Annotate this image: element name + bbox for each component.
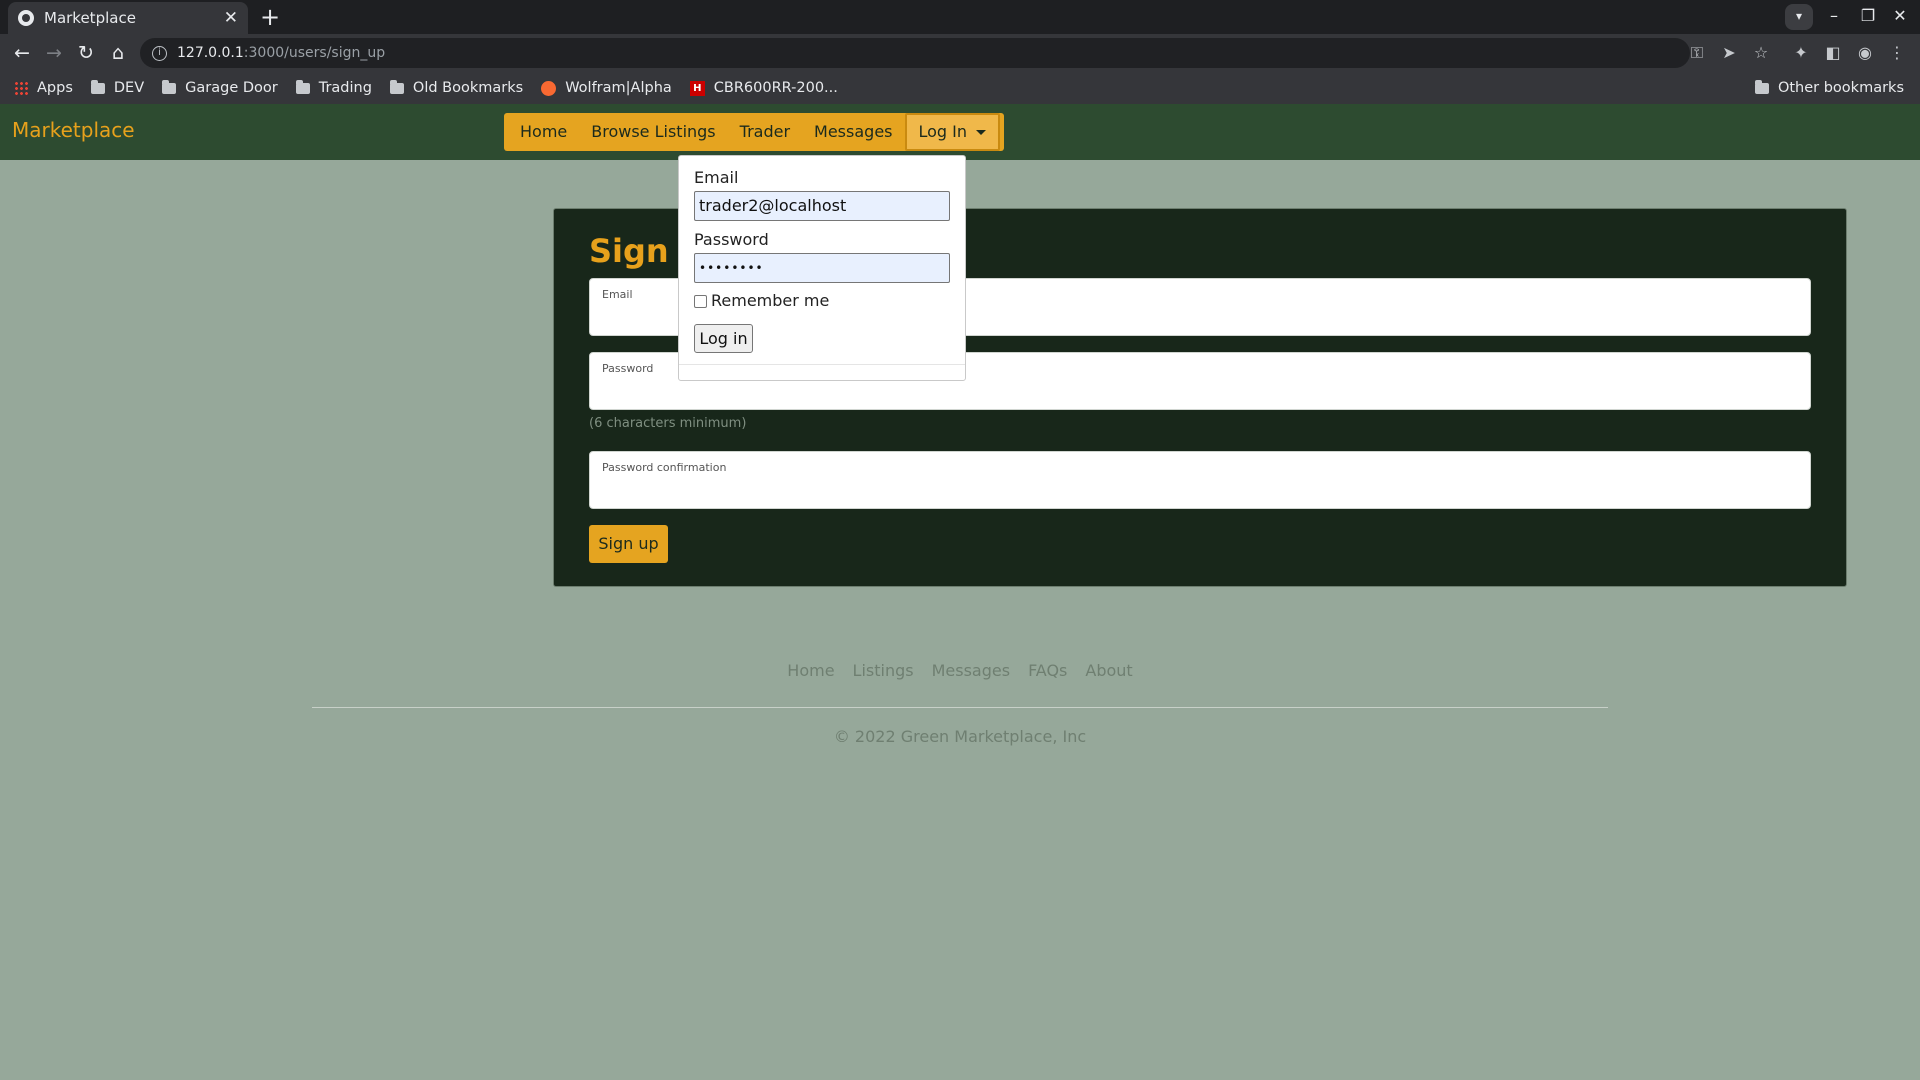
footer-link-messages[interactable]: Messages (932, 661, 1010, 680)
bookmark-wolfram-alpha[interactable]: Wolfram|Alpha (541, 80, 672, 96)
password-confirmation-label: Password confirmation (602, 461, 727, 474)
profile-avatar-icon[interactable]: ◉ (1852, 40, 1878, 66)
bookmarks-bar: Apps DEV Garage Door Trading Old Bookmar… (0, 72, 1920, 104)
tab-strip: Marketplace ✕ + ▾ – ❐ ✕ (0, 0, 1920, 34)
footer-divider (312, 707, 1608, 708)
reload-icon[interactable]: ↻ (72, 40, 100, 66)
home-icon[interactable]: ⌂ (104, 40, 132, 66)
new-tab-button[interactable]: + (256, 4, 284, 32)
star-icon[interactable]: ☆ (1748, 40, 1774, 66)
bookmark-label: Trading (318, 80, 372, 96)
signup-password-confirmation-field[interactable]: Password confirmation (589, 451, 1811, 509)
bookmark-label: Apps (37, 80, 73, 96)
folder-icon (162, 79, 177, 94)
wolfram-icon (541, 80, 557, 96)
browser-tab[interactable]: Marketplace ✕ (8, 2, 248, 34)
url-host: 127.0.0.1 (177, 45, 244, 61)
tab-title: Marketplace (44, 9, 136, 27)
login-email-label: Email (694, 168, 739, 187)
nav-messages[interactable]: Messages (802, 113, 904, 151)
url-path: :3000/users/sign_up (243, 45, 386, 61)
honda-icon: H (689, 80, 705, 96)
login-toggle-label: Log In (918, 122, 968, 141)
password-hint: (6 characters minimum) (589, 416, 747, 431)
address-bar[interactable]: i 127.0.0.1:3000/users/sign_up (140, 38, 1690, 68)
nav-trader[interactable]: Trader (728, 113, 802, 151)
site-navbar: Marketplace Home Browse Listings Trader … (0, 104, 1920, 160)
copyright: © 2022 Green Marketplace, Inc (833, 727, 1087, 746)
bookmark-trading[interactable]: Trading (295, 79, 372, 96)
bookmark-label: Garage Door (185, 80, 278, 96)
forward-icon[interactable]: → (40, 40, 68, 66)
other-bookmarks[interactable]: Other bookmarks (1754, 72, 1904, 104)
close-window-icon[interactable]: ✕ (1888, 6, 1912, 25)
minimize-icon[interactable]: – (1822, 6, 1846, 25)
side-panel-icon[interactable]: ◧ (1820, 40, 1846, 66)
remember-me-label: Remember me (711, 291, 830, 310)
footer-link-faqs[interactable]: FAQs (1028, 661, 1067, 680)
close-tab-icon[interactable]: ✕ (224, 8, 238, 28)
back-icon[interactable]: ← (8, 40, 36, 66)
globe-icon (18, 10, 34, 26)
bookmark-label: Wolfram|Alpha (565, 80, 672, 96)
send-icon[interactable]: ➤ (1716, 40, 1742, 66)
bookmark-old-bookmarks[interactable]: Old Bookmarks (389, 79, 524, 96)
folder-icon (295, 79, 310, 94)
bookmark-garage-door[interactable]: Garage Door (162, 79, 278, 96)
login-dropdown: Email trader2@localhost Password •••••••… (678, 155, 966, 381)
site-info-icon[interactable]: i (152, 45, 167, 61)
dropdown-divider (679, 364, 965, 365)
folder-icon (90, 79, 105, 94)
bookmark-label: Old Bookmarks (412, 80, 524, 96)
folder-icon (389, 79, 404, 94)
bookmark-apps[interactable]: Apps (14, 80, 73, 96)
footer-link-home[interactable]: Home (787, 661, 834, 680)
login-password-input[interactable]: •••••••• (694, 253, 950, 283)
nav-menu: Home Browse Listings Trader Messages Log… (504, 113, 1005, 151)
signup-button[interactable]: Sign up (589, 525, 668, 563)
login-password-label: Password (694, 230, 769, 249)
brand-link[interactable]: Marketplace (12, 118, 135, 142)
extensions-icon[interactable]: ✦ (1788, 40, 1814, 66)
bookmark-label: DEV (113, 80, 145, 96)
footer-link-about[interactable]: About (1085, 661, 1132, 680)
tab-search-icon[interactable]: ▾ (1785, 4, 1813, 30)
footer-nav: Home Listings Messages FAQs About (0, 661, 1920, 680)
nav-home[interactable]: Home (508, 113, 579, 151)
kebab-menu-icon[interactable]: ⋮ (1884, 40, 1910, 66)
login-button[interactable]: Log in (694, 324, 753, 353)
email-label: Email (602, 288, 633, 301)
remember-me-checkbox[interactable] (694, 295, 707, 308)
nav-browse-listings[interactable]: Browse Listings (579, 113, 727, 151)
footer-link-listings[interactable]: Listings (853, 661, 914, 680)
nav-login-dropdown-toggle[interactable]: Log In (904, 113, 1001, 151)
key-icon[interactable]: ⚿ (1684, 40, 1710, 66)
folder-icon (1754, 79, 1769, 94)
bookmark-dev[interactable]: DEV (90, 79, 145, 96)
password-label: Password (602, 362, 654, 375)
apps-icon (14, 81, 28, 95)
bookmark-label: CBR600RR-200... (713, 80, 838, 96)
restore-icon[interactable]: ❐ (1856, 6, 1880, 25)
caret-down-icon (976, 129, 987, 135)
other-bookmarks-label: Other bookmarks (1777, 80, 1904, 96)
login-email-input[interactable]: trader2@localhost (694, 191, 950, 221)
bookmark-cbr600rr[interactable]: H CBR600RR-200... (689, 80, 838, 96)
